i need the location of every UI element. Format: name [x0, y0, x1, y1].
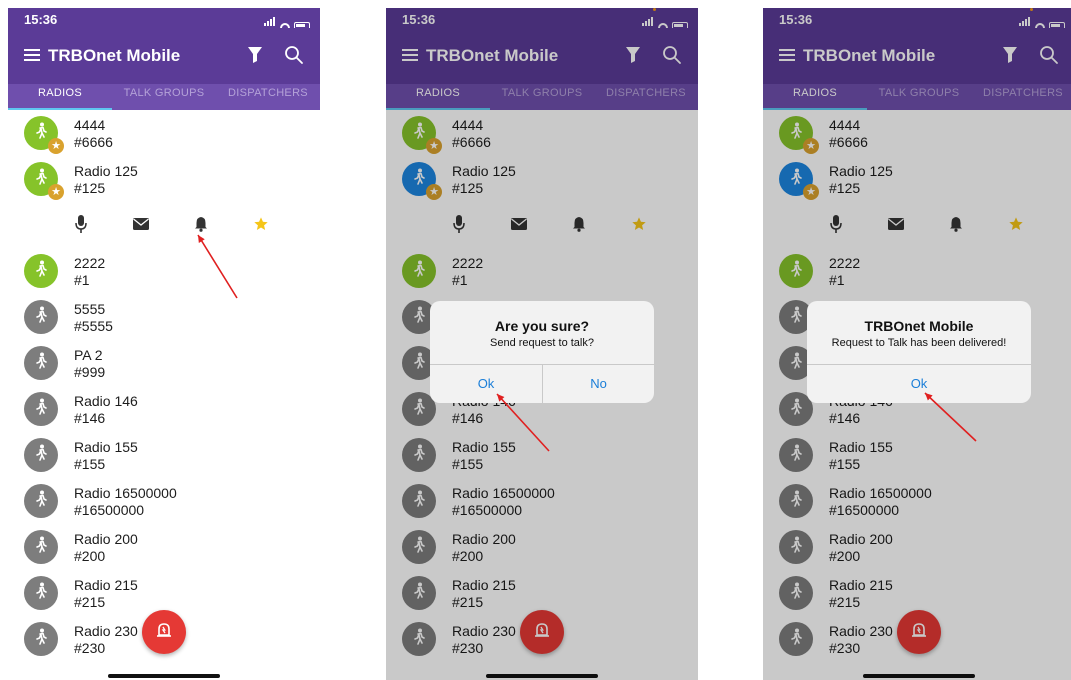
dialog-message: Request to Talk has been delivered!: [831, 337, 1007, 349]
tab-radios[interactable]: RADIOS: [8, 84, 112, 110]
phone-screen: 15:36 TRBOnet Mobile RADIOS TALK GROUPS DISP…: [763, 8, 1071, 680]
home-indicator: [108, 674, 220, 678]
radio-avatar: [24, 622, 58, 656]
radio-name: 4444: [74, 117, 106, 133]
radio-number: #6666: [74, 134, 113, 150]
radio-avatar: [24, 254, 58, 288]
app-title: TRBOnet Mobile: [48, 46, 181, 65]
person-walking-icon: [31, 581, 51, 606]
microphone-icon[interactable]: [71, 214, 91, 234]
alarm-icon-button[interactable]: [142, 610, 186, 654]
dialog-message: Send request to talk?: [490, 337, 594, 349]
star-icon[interactable]: [251, 214, 271, 234]
radio-avatar: [24, 530, 58, 564]
person-walking-icon: [31, 259, 51, 284]
person-walking-icon: [31, 351, 51, 376]
tab-dispatchers[interactable]: DISPATCHERS: [216, 84, 320, 110]
radio-action-row: [8, 204, 320, 244]
envelope-icon[interactable]: [131, 214, 151, 234]
radio-number: #125: [74, 180, 106, 196]
radio-avatar: [24, 392, 58, 426]
radio-name: 2222: [74, 255, 106, 271]
radio-number: #5555: [74, 318, 113, 334]
radio-name: Radio 230: [74, 623, 138, 639]
bell-icon[interactable]: [191, 214, 211, 234]
radio-avatar: [24, 484, 58, 518]
search-icon[interactable]: [284, 45, 304, 70]
list-item[interactable]: Radio 16500000 #16500000: [8, 478, 320, 524]
list-item[interactable]: 5555#5555: [8, 294, 320, 340]
status-bar: 15:36: [8, 8, 320, 31]
radio-number: #999: [74, 364, 106, 380]
person-walking-icon: [31, 489, 51, 514]
list-item[interactable]: PA 2#999: [8, 340, 320, 386]
radio-number: #200: [74, 548, 106, 564]
radio-number: #230: [74, 640, 106, 656]
radio-avatar: [24, 346, 58, 380]
list-item[interactable]: Radio 200 #200: [8, 524, 320, 570]
radio-number: #1: [74, 272, 90, 288]
dialog-title: TRBOnet Mobile: [864, 318, 974, 334]
status-time: 15:36: [24, 12, 58, 27]
radio-name: Radio 16500000: [74, 485, 177, 501]
list-item[interactable]: Radio 146#146: [8, 386, 320, 432]
phone-screen: 15:36 TRBOnet Mobile RADIOS TALK GROUPS DISP…: [386, 8, 698, 680]
favorite-star-icon: ★: [48, 138, 64, 154]
info-dialog: TRBOnet Mobile Request to Talk has been d…: [807, 301, 1031, 403]
radio-name: Radio 155: [74, 439, 138, 455]
radio-name: Radio 200: [74, 531, 138, 547]
person-walking-icon: [31, 627, 51, 652]
alarm-icon: [155, 621, 173, 644]
confirm-dialog: Are you sure? Send request to talk? Ok No: [430, 301, 654, 403]
list-item[interactable]: 2222 #1: [8, 248, 320, 294]
person-walking-icon: [31, 397, 51, 422]
radio-name: Radio 125: [74, 163, 138, 179]
radio-name: Radio 215: [74, 577, 138, 593]
dialog-title: Are you sure?: [494, 318, 590, 334]
hamburger-icon[interactable]: [24, 49, 40, 61]
radio-number: #155: [74, 456, 106, 472]
radio-number: #146: [74, 410, 106, 426]
phone-screen: 15:36 TRBOnet Mobile RADIOS TALK GROUPS DISP…: [8, 8, 320, 680]
ok-button[interactable]: Ok: [430, 365, 542, 403]
radio-name: Radio 146: [74, 393, 138, 409]
tab-talk-groups[interactable]: TALK GROUPS: [112, 84, 216, 110]
radio-name: 5555: [74, 301, 106, 317]
no-button[interactable]: No: [543, 365, 654, 403]
radio-avatar: [24, 438, 58, 472]
tab-bar: RADIOS TALK GROUPS DISPATCHERS: [8, 84, 320, 110]
ok-button[interactable]: Ok: [807, 365, 1031, 403]
radio-avatar: [24, 576, 58, 610]
list-item[interactable]: Radio 155 #155: [8, 432, 320, 478]
person-walking-icon: [31, 535, 51, 560]
radio-list: ★4444#6666★Radio 125#1252222#15555#5555P…: [8, 110, 320, 680]
radio-number: #16500000: [74, 502, 145, 518]
radio-avatar: [24, 300, 58, 334]
app-bar: TRBOnet Mobile: [8, 28, 320, 84]
favorite-star-icon: ★: [48, 184, 64, 200]
list-item[interactable]: ★ 4444 #6666: [8, 110, 320, 156]
person-walking-icon: [31, 443, 51, 468]
filter-icon[interactable]: [248, 47, 262, 68]
radio-number: #215: [74, 594, 106, 610]
list-item[interactable]: ★ Radio 125 #125: [8, 156, 320, 202]
radio-name: PA 2: [74, 347, 103, 363]
person-walking-icon: [31, 305, 51, 330]
